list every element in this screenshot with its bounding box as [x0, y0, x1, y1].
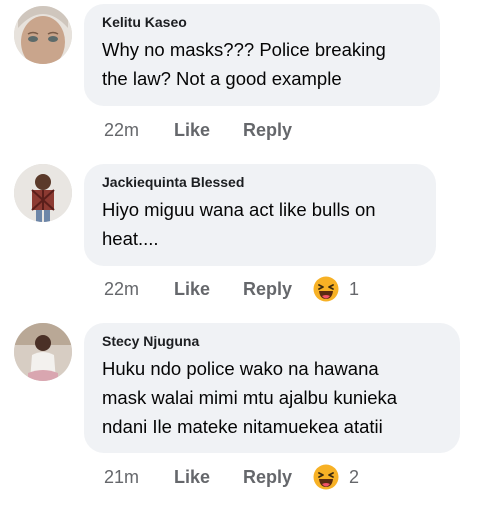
- reaction-summary[interactable]: 1: [313, 276, 359, 302]
- comment-actions: 21m Like Reply 2: [104, 464, 359, 490]
- comment-bubble: Jackiequinta Blessed Hiyo miguu wana act…: [84, 164, 436, 266]
- comment-actions: 22m Like Reply 1: [104, 276, 359, 302]
- comment-bubble: Stecy Njuguna Huku ndo police wako na ha…: [84, 323, 460, 453]
- comment-text: Why no masks??? Police breaking the law?…: [102, 39, 386, 89]
- reply-button[interactable]: Reply: [243, 279, 313, 300]
- like-button[interactable]: Like: [174, 279, 243, 300]
- haha-reaction-icon: [313, 276, 339, 302]
- avatar[interactable]: [14, 164, 72, 222]
- comment-text: Huku ndo police wako na hawana mask wala…: [102, 358, 398, 437]
- reaction-count: 2: [349, 466, 360, 487]
- comment-author[interactable]: Stecy Njuguna: [102, 333, 442, 350]
- reply-button[interactable]: Reply: [243, 467, 313, 488]
- comment-actions: 22m Like Reply: [104, 117, 313, 143]
- like-button[interactable]: Like: [174, 467, 243, 488]
- comment-timestamp[interactable]: 21m: [104, 467, 174, 488]
- haha-reaction-icon: [313, 464, 339, 490]
- comment-timestamp[interactable]: 22m: [104, 279, 174, 300]
- reaction-count: 1: [349, 278, 360, 299]
- avatar[interactable]: [14, 6, 72, 64]
- comment-author[interactable]: Kelitu Kaseo: [102, 14, 422, 31]
- comment-bubble: Kelitu Kaseo Why no masks??? Police brea…: [84, 4, 440, 106]
- reaction-summary[interactable]: 2: [313, 464, 359, 490]
- comment-text: Hiyo miguu wana act like bulls on heat..…: [102, 199, 376, 249]
- comment-timestamp[interactable]: 22m: [104, 120, 174, 141]
- reply-button[interactable]: Reply: [243, 120, 313, 141]
- like-button[interactable]: Like: [174, 120, 243, 141]
- avatar[interactable]: [14, 323, 72, 381]
- comment-author[interactable]: Jackiequinta Blessed: [102, 174, 418, 191]
